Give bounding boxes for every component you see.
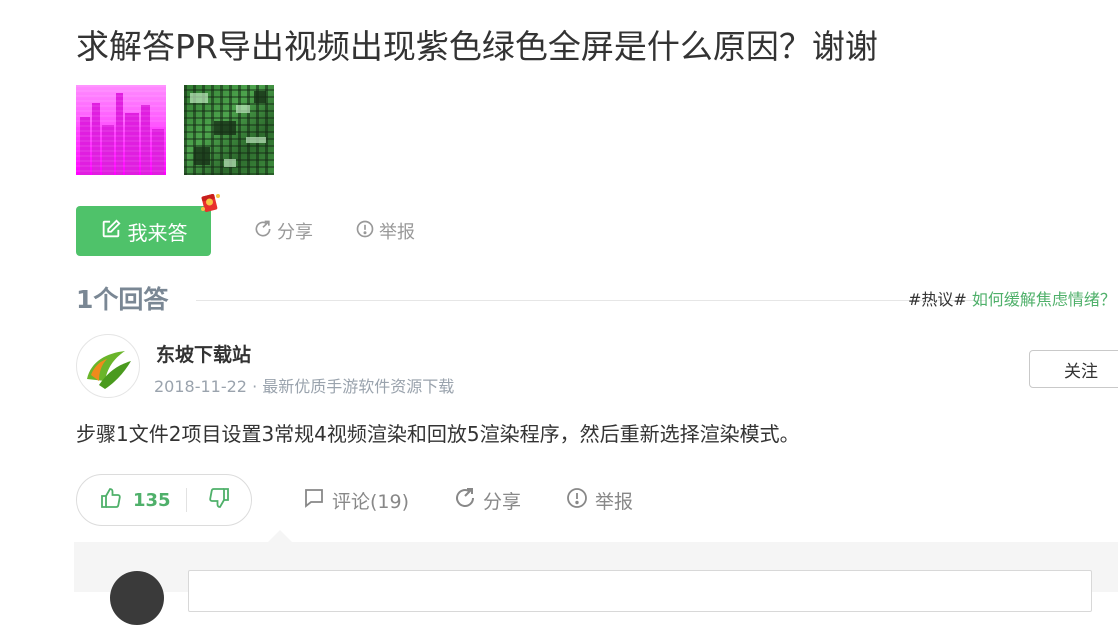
comment-area <box>74 542 1118 625</box>
report-label: 举报 <box>379 222 415 243</box>
magenta-city-image[interactable] <box>76 85 166 175</box>
divider <box>196 300 986 301</box>
comment-input[interactable] <box>188 570 1092 612</box>
author-avatar[interactable] <box>76 334 140 398</box>
comment-caret <box>268 530 292 542</box>
answer-share-label: 分享 <box>483 490 522 513</box>
red-packet-icon <box>200 192 240 236</box>
thumbs-up-icon <box>99 486 123 515</box>
commenter-avatar <box>110 571 164 625</box>
share-button[interactable]: 分享 <box>253 218 313 244</box>
report-icon <box>355 219 375 244</box>
upvote-button[interactable]: 135 <box>77 486 186 515</box>
question-title: 求解答PR导出视频出现紫色绿色全屏是什么原因？谢谢 <box>76 27 878 66</box>
thumbs-down-icon <box>207 486 231 514</box>
comment-icon <box>302 486 326 515</box>
comment-button[interactable]: 评论(19) <box>302 486 409 515</box>
comment-label: 评论(19) <box>332 490 410 513</box>
answer-text: 步骤1文件2项目设置3常规4视频渲染和回放5渲染程序，然后重新选择渲染模式。 <box>76 422 800 446</box>
report-button[interactable]: 举报 <box>355 218 415 244</box>
hot-topic-tag: #热议# <box>908 290 967 309</box>
answer-report-button[interactable]: 举报 <box>565 486 633 515</box>
answer-meta: 2018-11-22 · 最新优质手游软件资源下载 <box>154 377 455 396</box>
answer-report-label: 举报 <box>595 490 634 513</box>
question-images <box>76 85 274 175</box>
hot-topic: #热议# 如何缓解焦虑情绪？ <box>908 288 1116 312</box>
answer-button[interactable]: 我来答 <box>76 193 220 256</box>
share-icon <box>453 486 477 515</box>
vote-pill: 135 <box>76 474 252 526</box>
question-actions: 我来答 分享 举报 <box>76 193 415 256</box>
green-circuit-image[interactable] <box>184 85 274 175</box>
share-icon <box>253 219 273 244</box>
upvote-count: 135 <box>133 489 171 511</box>
answer-author: 东坡下载站 2018-11-22 · 最新优质手游软件资源下载 关注 <box>76 334 1118 398</box>
answer-button-label: 我来答 <box>127 220 188 245</box>
hot-topic-link[interactable]: 如何缓解焦虑情绪？ <box>972 290 1116 309</box>
follow-button[interactable]: 关注 <box>1029 350 1118 388</box>
author-name[interactable]: 东坡下载站 <box>156 340 251 367</box>
edit-icon <box>100 218 122 245</box>
answer-share-button[interactable]: 分享 <box>453 486 521 515</box>
answer-actions: 135 评论(19) 分享 举报 <box>76 474 633 526</box>
report-icon <box>565 486 589 515</box>
downvote-button[interactable] <box>187 486 251 514</box>
share-label: 分享 <box>277 222 313 243</box>
answers-count: 1个回答 <box>76 285 169 314</box>
answers-header: 1个回答 #热议# 如何缓解焦虑情绪？ <box>76 282 1118 318</box>
